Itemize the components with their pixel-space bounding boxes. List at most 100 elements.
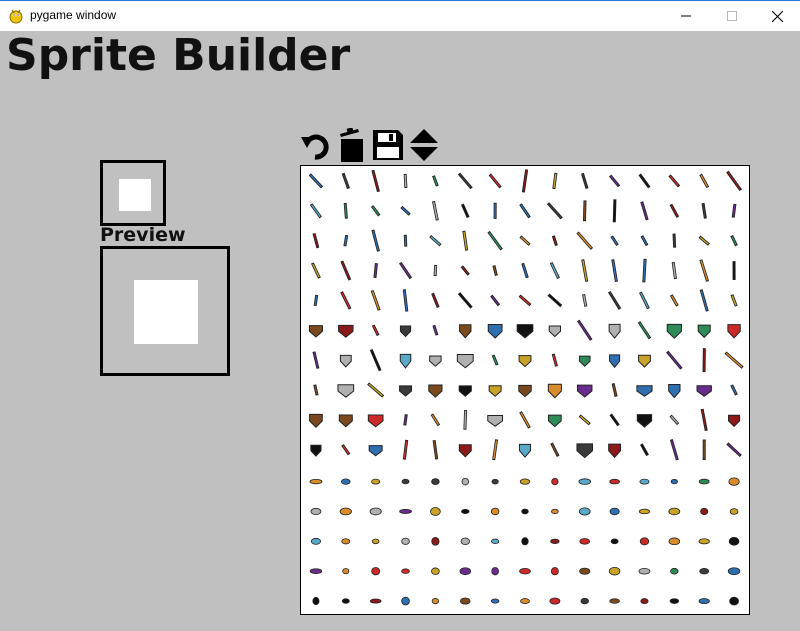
sprite-item[interactable]	[341, 538, 351, 545]
sprite-item[interactable]	[582, 293, 588, 307]
sprite-item[interactable]	[668, 174, 681, 188]
close-button[interactable]	[754, 1, 800, 31]
sprite-item[interactable]	[487, 415, 504, 427]
sprite-item[interactable]	[429, 355, 442, 367]
sprite-item[interactable]	[521, 537, 529, 546]
sprite-item[interactable]	[609, 354, 621, 369]
sprite-item[interactable]	[552, 172, 558, 190]
sprite-item[interactable]	[639, 478, 650, 485]
sprite-item[interactable]	[516, 324, 534, 339]
sprite-item[interactable]	[640, 201, 649, 221]
sprite-item[interactable]	[724, 351, 744, 369]
sprite-item[interactable]	[487, 230, 503, 251]
sprite-item[interactable]	[640, 235, 649, 247]
sprite-item[interactable]	[699, 173, 710, 189]
sprite-item[interactable]	[576, 231, 594, 250]
sprite-item[interactable]	[666, 350, 683, 370]
sprite-item[interactable]	[730, 234, 738, 247]
sprite-item[interactable]	[459, 567, 471, 576]
sprite-item[interactable]	[611, 259, 618, 282]
sprite-item[interactable]	[609, 478, 620, 485]
sprite-item[interactable]	[608, 443, 622, 459]
sprite-item[interactable]	[371, 538, 380, 545]
sprite-item[interactable]	[399, 353, 412, 369]
sprite-item[interactable]	[432, 324, 439, 336]
sprite-item[interactable]	[699, 567, 710, 575]
sprite-item[interactable]	[669, 203, 680, 218]
sprite-item[interactable]	[518, 443, 532, 458]
sprite-item[interactable]	[521, 169, 529, 193]
sprite-item[interactable]	[729, 508, 739, 515]
sprite-item[interactable]	[367, 414, 384, 428]
sprite-item[interactable]	[609, 413, 620, 427]
sprite-item[interactable]	[401, 596, 410, 606]
sprite-item[interactable]	[343, 202, 348, 219]
sprite-item[interactable]	[337, 384, 355, 398]
sprite-item[interactable]	[698, 598, 710, 605]
sprite-item[interactable]	[340, 291, 352, 310]
sprite-item[interactable]	[341, 598, 350, 604]
sprite-item[interactable]	[309, 478, 323, 485]
sprite-item[interactable]	[432, 175, 439, 187]
sprite-item[interactable]	[400, 205, 411, 216]
sprite-item[interactable]	[670, 567, 679, 575]
sprite-item[interactable]	[576, 443, 594, 459]
sprite-item[interactable]	[519, 567, 531, 575]
sprite-item[interactable]	[639, 537, 650, 546]
sprite-item[interactable]	[369, 348, 382, 372]
sprite-item[interactable]	[399, 325, 412, 338]
sprite-item[interactable]	[371, 229, 380, 252]
sprite-item[interactable]	[339, 354, 352, 368]
sprite-item[interactable]	[727, 567, 741, 576]
sprite-item[interactable]	[726, 442, 742, 458]
sprite-item[interactable]	[671, 261, 677, 280]
sprite-item[interactable]	[550, 567, 559, 576]
sprite-item[interactable]	[491, 354, 499, 366]
sprite-item[interactable]	[642, 258, 647, 283]
sprite-item[interactable]	[488, 385, 502, 397]
sprite-item[interactable]	[727, 324, 741, 339]
sprite-item[interactable]	[518, 355, 532, 368]
sprite-item[interactable]	[341, 478, 351, 485]
sprite-item[interactable]	[582, 200, 587, 222]
sprite-item[interactable]	[640, 598, 649, 605]
sprite-thumbnail[interactable]	[100, 160, 166, 226]
sprite-item[interactable]	[310, 537, 321, 545]
sprite-item[interactable]	[518, 294, 532, 307]
sprite-item[interactable]	[551, 508, 559, 515]
sprite-item[interactable]	[521, 262, 529, 279]
sprite-item[interactable]	[308, 173, 324, 189]
sprite-item[interactable]	[699, 259, 710, 282]
sprite-item[interactable]	[730, 384, 738, 396]
sprite-item[interactable]	[672, 233, 677, 248]
sprite-item[interactable]	[309, 413, 323, 429]
sprite-item[interactable]	[728, 414, 741, 428]
sprite-item[interactable]	[339, 507, 352, 516]
sprite-item[interactable]	[726, 170, 742, 192]
sprite-item[interactable]	[431, 537, 440, 546]
sprite-item[interactable]	[638, 508, 651, 515]
sprite-item[interactable]	[399, 509, 412, 514]
sprite-item[interactable]	[549, 262, 560, 280]
sprite-item[interactable]	[338, 414, 353, 428]
sprite-item[interactable]	[578, 478, 591, 485]
sprite-item[interactable]	[401, 478, 410, 485]
sprite-item[interactable]	[430, 413, 441, 427]
sprite-item[interactable]	[370, 290, 381, 311]
sprite-item[interactable]	[666, 323, 682, 339]
sprite-item[interactable]	[698, 538, 710, 545]
sprite-item[interactable]	[399, 385, 413, 397]
sprite-item[interactable]	[578, 414, 591, 426]
sprite-item[interactable]	[403, 173, 408, 188]
save-button[interactable]	[372, 128, 404, 162]
sprite-item[interactable]	[638, 173, 651, 189]
sprite-item[interactable]	[373, 263, 378, 279]
sprite-item[interactable]	[403, 414, 408, 426]
sprite-item[interactable]	[548, 325, 561, 338]
minimize-button[interactable]	[663, 1, 709, 31]
sprite-item[interactable]	[577, 319, 593, 341]
sprite-item[interactable]	[580, 172, 589, 189]
sprite-item[interactable]	[731, 203, 737, 218]
sprite-item[interactable]	[728, 477, 740, 486]
sprite-item[interactable]	[638, 354, 651, 368]
